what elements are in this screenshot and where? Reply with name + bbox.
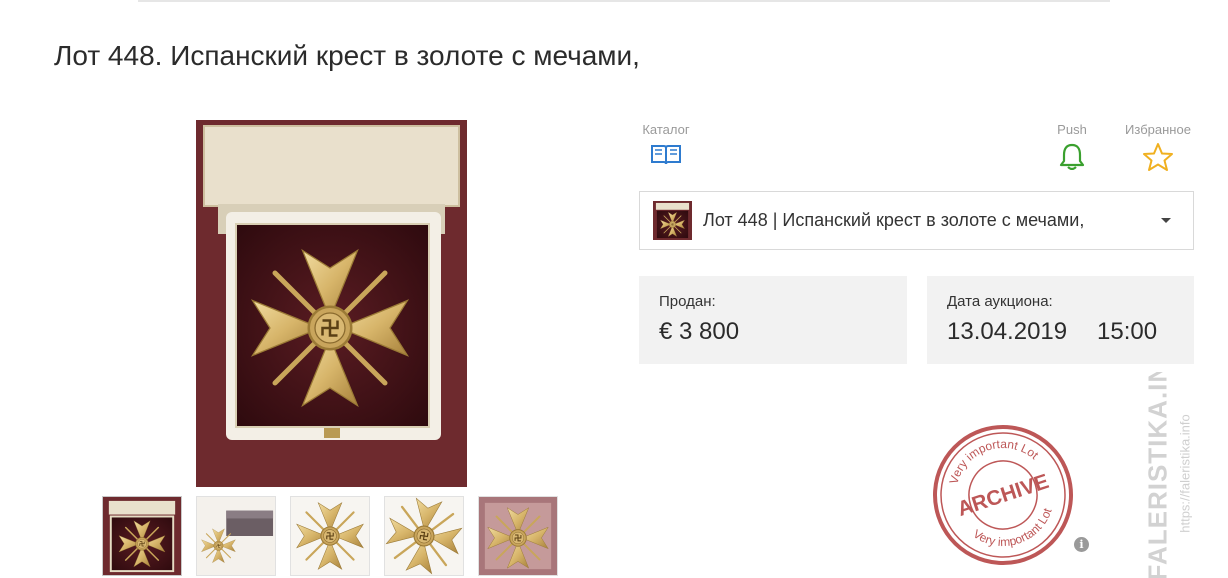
sold-label: Продан: (659, 293, 716, 310)
sold-price-box: Продан: € 3 800 (639, 276, 907, 364)
main-lot-image[interactable] (196, 120, 467, 487)
sold-value: € 3 800 (659, 318, 740, 345)
star-icon (1143, 143, 1173, 171)
favorites-button[interactable]: Избранное (1120, 122, 1196, 172)
page-title: Лот 448. Испанский крест в золоте с меча… (54, 40, 640, 71)
thumbnail-3[interactable] (290, 496, 370, 576)
catalog-link[interactable]: Каталог (638, 122, 694, 166)
chevron-down-icon (1161, 218, 1171, 223)
top-divider (138, 0, 1110, 2)
favorites-label: Избранное (1125, 122, 1191, 137)
watermark: FALERISTIKA.INFO https://faleristika.inf… (1138, 372, 1204, 578)
archive-stamp: Very important Lot Very important Lot AR… (933, 424, 1073, 565)
push-label: Push (1057, 122, 1087, 137)
thumbnail-2[interactable] (196, 496, 276, 576)
catalog-label: Каталог (642, 122, 690, 137)
watermark-site: FALERISTIKA.INFO (1142, 372, 1173, 578)
push-button[interactable]: Push (1050, 122, 1094, 170)
lot-selector-dropdown[interactable]: Лот 448 | Испанский крест в золоте с меч… (639, 191, 1194, 250)
thumbnail-5[interactable] (478, 496, 558, 576)
stamp-center-text: ARCHIVE (955, 470, 1052, 521)
auction-date-label: Дата аукциона: (947, 293, 1053, 310)
watermark-url: https://faleristika.info (1177, 414, 1193, 533)
auction-date-value: 13.04.2019 (947, 318, 1068, 345)
auction-date-box: Дата аукциона: 13.04.2019 15:00 (927, 276, 1194, 364)
lot-selector-value: Лот 448 | Испанский крест в золоте с меч… (703, 210, 1085, 230)
thumbnail-4[interactable] (384, 496, 464, 576)
auction-time-value: 15:00 (1097, 318, 1158, 345)
bell-icon (1059, 143, 1085, 170)
info-icon[interactable]: i (1074, 537, 1089, 552)
lot-thumbnail (653, 201, 692, 240)
book-icon (651, 145, 681, 165)
thumbnail-1[interactable] (102, 496, 182, 576)
